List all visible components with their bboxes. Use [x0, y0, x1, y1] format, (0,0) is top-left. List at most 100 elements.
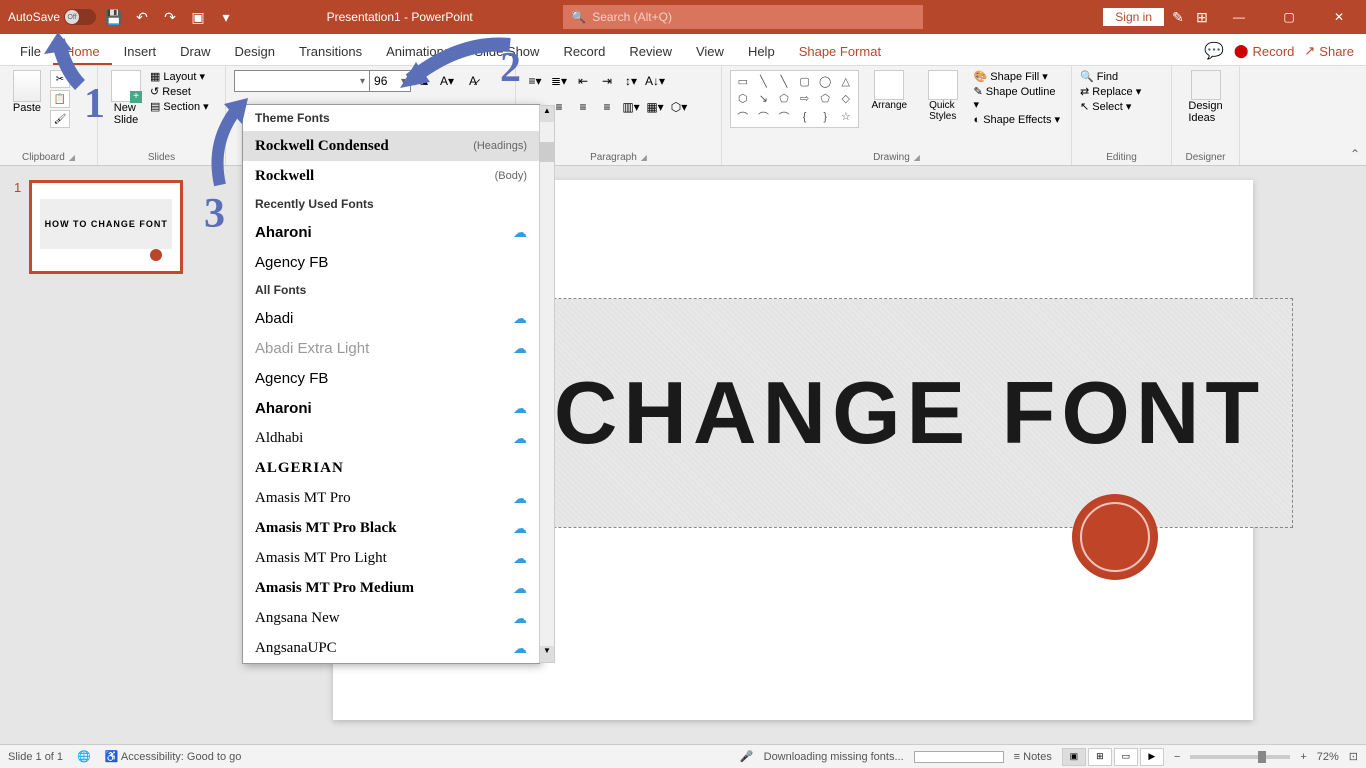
tab-record[interactable]: Record: [551, 38, 617, 65]
notes-button[interactable]: ≡ Notes: [1014, 751, 1052, 763]
clear-format-button[interactable]: A̷: [462, 70, 484, 92]
drawing-launcher-icon[interactable]: ◢: [914, 153, 920, 162]
tab-view[interactable]: View: [684, 38, 736, 65]
font-item-agency-fb-recent[interactable]: Agency FB: [243, 247, 539, 277]
section-button[interactable]: ▤ Section ▾: [150, 100, 209, 113]
accessibility-status[interactable]: ♿ Accessibility: Good to go: [105, 750, 242, 763]
justify-button[interactable]: ≡: [596, 96, 618, 118]
font-item-abadi-extra-light[interactable]: Abadi Extra Light☁: [243, 333, 539, 363]
tab-home[interactable]: Home: [53, 38, 112, 65]
normal-view-button[interactable]: ▣: [1062, 748, 1086, 766]
shape-effects-button[interactable]: ◐ Shape Effects ▾: [973, 113, 1063, 126]
size-dropdown-arrow-icon[interactable]: ▾: [401, 76, 406, 87]
arrange-button[interactable]: Arrange: [867, 70, 912, 111]
font-item-rockwell-condensed[interactable]: Rockwell Condensed (Headings): [243, 131, 539, 161]
layout-button[interactable]: ▦ Layout ▾: [150, 70, 209, 83]
collapse-ribbon-icon[interactable]: ⌃: [1350, 147, 1360, 161]
text-direction-button[interactable]: A↓▾: [644, 70, 666, 92]
increase-font-button[interactable]: A▴: [410, 70, 432, 92]
font-item-rockwell[interactable]: Rockwell (Body): [243, 161, 539, 191]
shape-fill-button[interactable]: 🎨 Shape Fill ▾: [973, 70, 1063, 83]
paste-button[interactable]: Paste: [8, 70, 46, 128]
search-box[interactable]: 🔍: [563, 5, 923, 29]
tab-animations[interactable]: Animations: [374, 38, 462, 65]
font-name-combo[interactable]: [234, 70, 374, 92]
fit-to-window-button[interactable]: ⊡: [1349, 750, 1358, 763]
signin-button[interactable]: Sign in: [1103, 8, 1164, 26]
tab-help[interactable]: Help: [736, 38, 787, 65]
font-item-angsana-upc[interactable]: AngsanaUPC☁: [243, 633, 539, 663]
tab-draw[interactable]: Draw: [168, 38, 222, 65]
tab-design[interactable]: Design: [223, 38, 287, 65]
paragraph-launcher-icon[interactable]: ◢: [641, 153, 647, 162]
font-item-amasis-black[interactable]: Amasis MT Pro Black☁: [243, 513, 539, 543]
tab-file[interactable]: File: [8, 38, 53, 65]
tab-review[interactable]: Review: [617, 38, 684, 65]
share-button[interactable]: ↗Share: [1304, 43, 1354, 59]
font-item-algerian[interactable]: ALGERIAN: [243, 453, 539, 483]
font-item-aharoni[interactable]: Aharoni☁: [243, 393, 539, 423]
scroll-thumb[interactable]: [540, 142, 554, 162]
zoom-level[interactable]: 72%: [1317, 751, 1339, 763]
tab-transitions[interactable]: Transitions: [287, 38, 374, 65]
redo-icon[interactable]: ↷: [160, 7, 180, 27]
font-item-angsana-new[interactable]: Angsana New☁: [243, 603, 539, 633]
dictate-icon[interactable]: 🎤: [740, 750, 754, 763]
format-painter-button[interactable]: 🖌: [50, 110, 70, 128]
numbering-button[interactable]: ≣▾: [548, 70, 570, 92]
font-item-agency-fb[interactable]: Agency FB: [243, 363, 539, 393]
font-item-amasis-light[interactable]: Amasis MT Pro Light☁: [243, 543, 539, 573]
present-icon[interactable]: ▣: [188, 7, 208, 27]
font-item-abadi[interactable]: Abadi☁: [243, 303, 539, 333]
tab-shapeformat[interactable]: Shape Format: [787, 38, 893, 65]
zoom-in-button[interactable]: +: [1300, 751, 1306, 763]
undo-icon[interactable]: ↶: [132, 7, 152, 27]
bullets-button[interactable]: ≡▾: [524, 70, 546, 92]
close-button[interactable]: ✕: [1316, 0, 1362, 34]
scroll-up-icon[interactable]: ▲: [540, 106, 554, 122]
find-button[interactable]: 🔍 Find: [1080, 70, 1163, 83]
minimize-button[interactable]: —: [1216, 0, 1262, 34]
smartart-button[interactable]: ⬡▾: [668, 96, 690, 118]
scroll-down-icon[interactable]: ▼: [540, 646, 554, 662]
copy-button[interactable]: 📋: [50, 90, 70, 108]
sorter-view-button[interactable]: ⊞: [1088, 748, 1112, 766]
reset-button[interactable]: ↺ Reset: [150, 85, 209, 98]
pen-icon[interactable]: ✎: [1168, 7, 1188, 27]
tab-insert[interactable]: Insert: [112, 38, 169, 65]
record-button[interactable]: ⬤Record: [1234, 43, 1294, 59]
save-icon[interactable]: 💾: [104, 7, 124, 27]
decrease-indent-button[interactable]: ⇤: [572, 70, 594, 92]
font-dropdown-arrow-icon[interactable]: ▾: [360, 76, 365, 87]
maximize-button[interactable]: ▢: [1266, 0, 1312, 34]
qat-more-icon[interactable]: ▾: [216, 7, 236, 27]
quick-styles-button[interactable]: Quick Styles: [920, 70, 965, 122]
zoom-slider[interactable]: [1190, 755, 1290, 759]
autosave-toggle[interactable]: AutoSave Off: [8, 9, 96, 25]
clipboard-launcher-icon[interactable]: ◢: [69, 153, 75, 162]
slide-counter[interactable]: Slide 1 of 1: [8, 751, 63, 763]
display-icon[interactable]: ⊞: [1192, 7, 1212, 27]
replace-button[interactable]: ⇄ Replace ▾: [1080, 85, 1163, 98]
cut-button[interactable]: ✂: [50, 70, 70, 88]
align-text-button[interactable]: ▦▾: [644, 96, 666, 118]
search-input[interactable]: [592, 10, 915, 24]
slide-thumbnail[interactable]: HOW TO CHANGE FONT: [29, 180, 183, 274]
seal-shape[interactable]: [1072, 494, 1158, 580]
font-item-aharoni-recent[interactable]: Aharoni ☁: [243, 217, 539, 247]
design-ideas-button[interactable]: Design Ideas: [1180, 70, 1231, 124]
line-spacing-button[interactable]: ↕▾: [620, 70, 642, 92]
new-slide-button[interactable]: New Slide: [106, 70, 146, 126]
reading-view-button[interactable]: ▭: [1114, 748, 1138, 766]
shape-outline-button[interactable]: ✎ Shape Outline ▾: [973, 85, 1063, 111]
font-item-amasis-pro[interactable]: Amasis MT Pro☁: [243, 483, 539, 513]
increase-indent-button[interactable]: ⇥: [596, 70, 618, 92]
align-right-button[interactable]: ≡: [572, 96, 594, 118]
columns-button[interactable]: ▥▾: [620, 96, 642, 118]
font-item-aldhabi[interactable]: Aldhabi☁: [243, 423, 539, 453]
shapes-gallery[interactable]: ▭╲╲▢◯△ ⬡↘⬠⇨⬠◇ ⌒⌒⌒{}☆: [730, 70, 859, 128]
font-item-amasis-medium[interactable]: Amasis MT Pro Medium☁: [243, 573, 539, 603]
decrease-font-button[interactable]: A▾: [436, 70, 458, 92]
language-icon[interactable]: 🌐: [77, 750, 91, 763]
slideshow-view-button[interactable]: ▶: [1140, 748, 1164, 766]
